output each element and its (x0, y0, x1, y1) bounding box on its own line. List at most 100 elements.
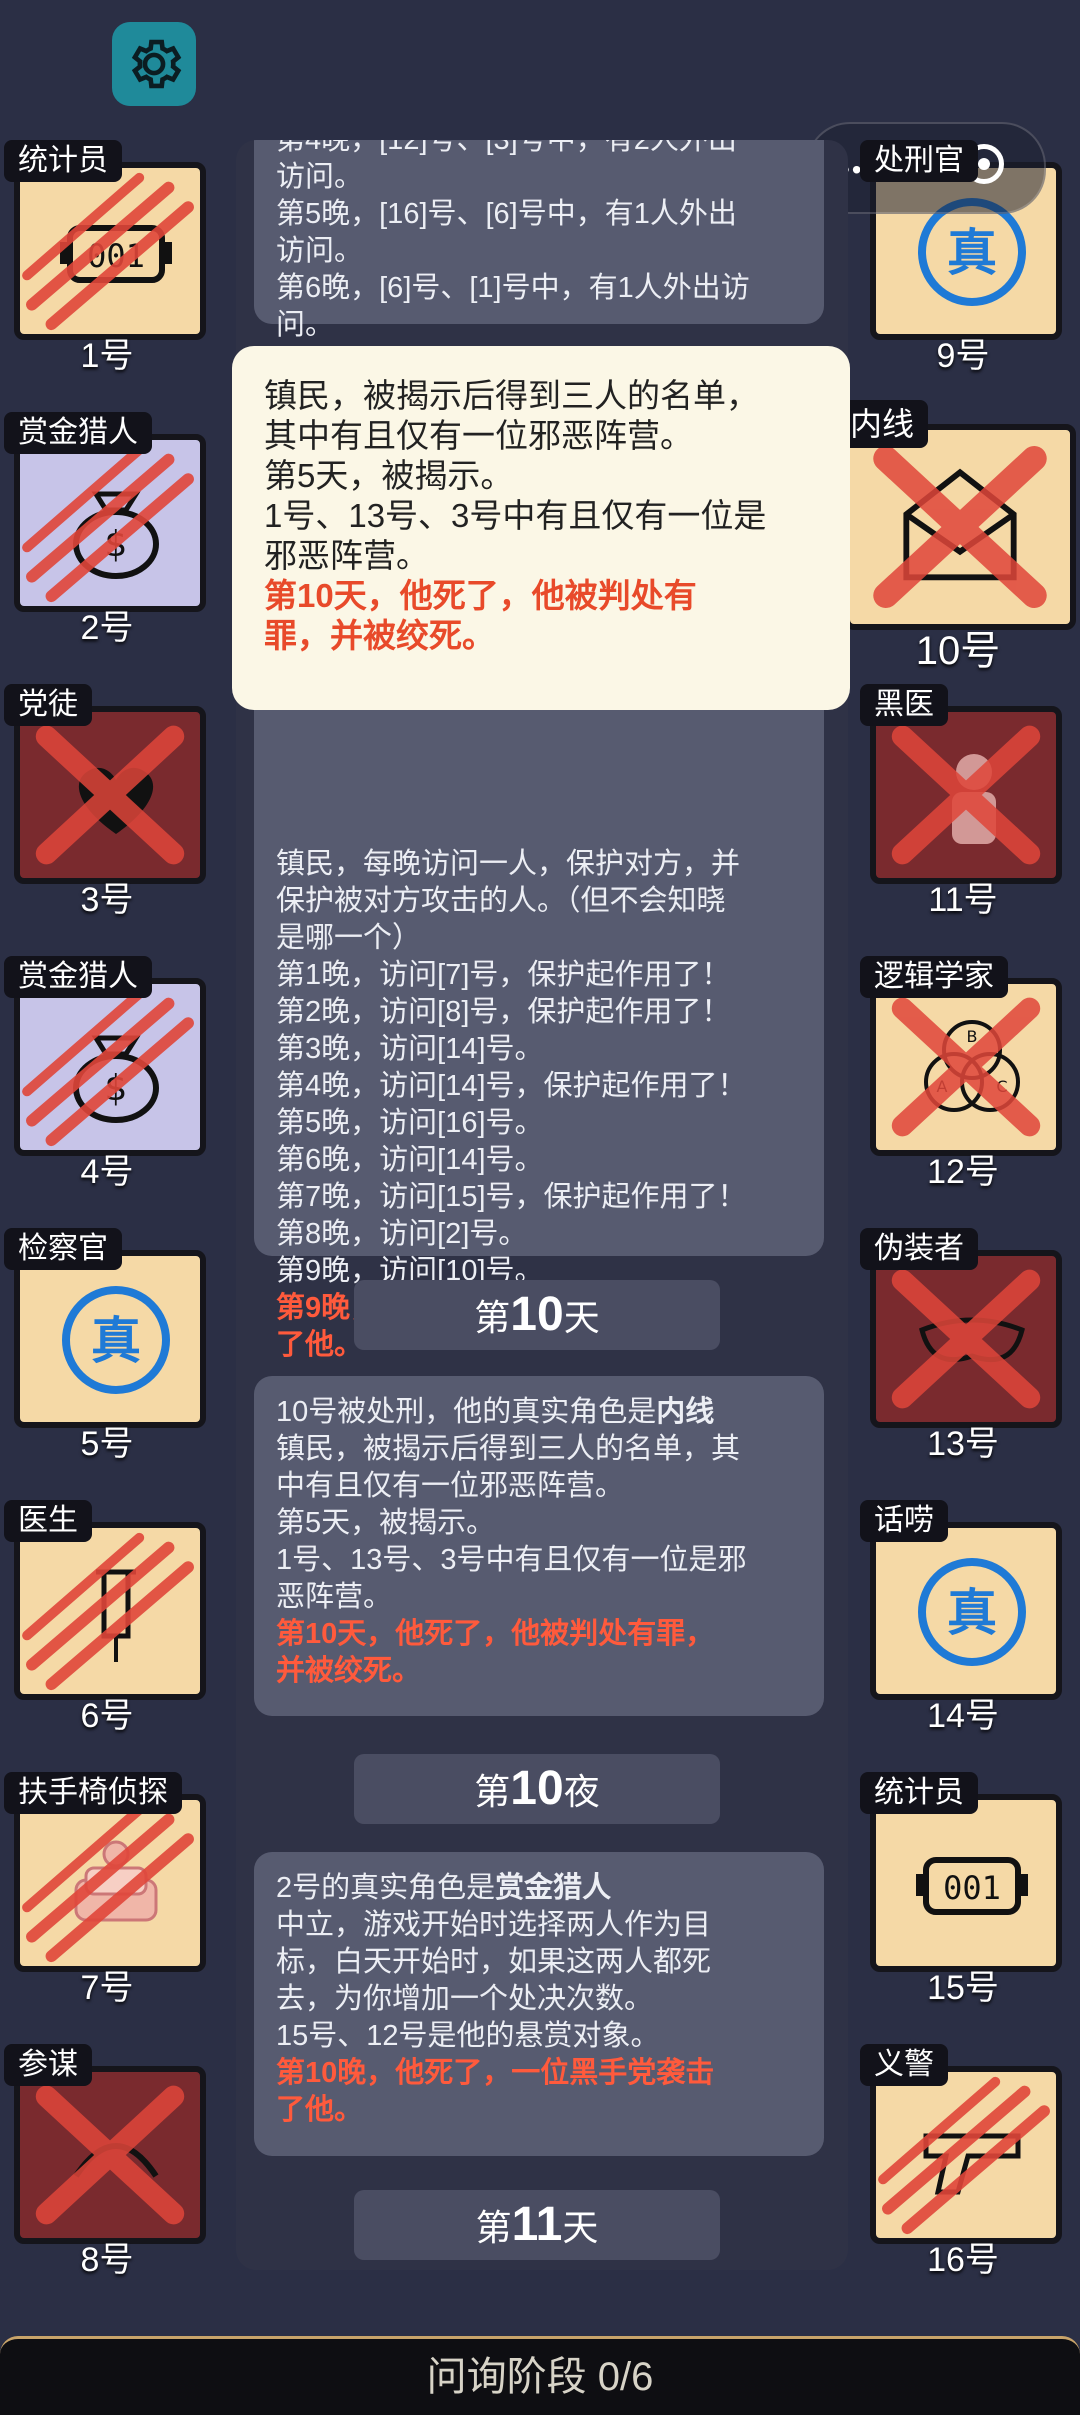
player-card[interactable] (14, 706, 206, 884)
role-info-popup[interactable]: 镇民，被揭示后得到三人的名单， 其中有且仅有一位邪恶阵营。 第5天，被揭示。 1… (232, 346, 850, 710)
popup-line: 第5天，被揭示。 (264, 457, 514, 494)
death-note: 了他。 (276, 2094, 364, 2126)
phase-prefix: 第 (474, 1771, 511, 1812)
message-line: 第1晚，访问[7]号，保护起作用了！ (276, 959, 731, 991)
player-number: 5号 (80, 1425, 134, 1463)
player-role: 义警 (860, 2044, 948, 2086)
x-mark-icon (35, 725, 185, 865)
player-slot-12[interactable]: B A C 逻辑学家 12号 (860, 956, 1066, 1191)
player-card[interactable]: $ (14, 434, 206, 612)
player-number: 10号 (915, 629, 1001, 673)
message-line: 问。 (276, 309, 335, 341)
player-slot-7[interactable]: 扶手椅侦探 7号 (4, 1772, 210, 2007)
x-mark-icon (891, 1269, 1041, 1409)
player-number: 11号 (928, 881, 998, 919)
player-slot-16[interactable]: 义警 16号 (860, 2044, 1066, 2279)
phase-divider-day-10: 第10天 (354, 1280, 720, 1350)
role-name: 赏金猎人 (495, 1872, 612, 1904)
message-line: 是哪一个） (276, 922, 422, 954)
message-card: 镇民，每晚访问一人，保护对方，并 保护被对方攻击的人。（但不会知晓 是哪一个） … (254, 680, 824, 1361)
player-slot-13[interactable]: 伪装者 13号 (860, 1228, 1066, 1463)
settings-button[interactable] (112, 22, 196, 106)
player-slot-2[interactable]: $ 赏金猎人 2号 (4, 412, 210, 647)
player-role: 话唠 (860, 1500, 948, 1542)
player-slot-8[interactable]: 参谋 8号 (4, 2044, 210, 2279)
player-role: 逻辑学家 (860, 956, 1008, 998)
player-role: 检察官 (4, 1228, 122, 1270)
player-slot-3[interactable]: 党徒 3号 (4, 684, 210, 919)
phase-number: 10 (510, 1288, 564, 1341)
phase-divider-night-10: 第10夜 (354, 1754, 720, 1824)
message-line: 第7晚，访问[15]号，保护起作用了！ (276, 1181, 747, 1213)
phase-prefix: 第 (474, 1297, 511, 1338)
message-line: 镇民，每晚访问一人，保护对方，并 (276, 848, 741, 880)
true-stamp-icon: 真 (918, 1558, 1026, 1666)
player-card[interactable]: 001 (14, 162, 206, 340)
message-text: 10号被处刑，他的真实角色是 (276, 1396, 657, 1428)
player-card[interactable] (14, 1522, 206, 1700)
player-slot-6[interactable]: 医生 6号 (4, 1500, 210, 1735)
claw-mark-icon (22, 172, 194, 331)
player-card[interactable] (14, 2066, 206, 2244)
phase-suffix: 天 (563, 1297, 600, 1338)
player-number: 13号 (927, 1425, 999, 1463)
player-card[interactable] (14, 1794, 206, 1972)
player-role: 伪装者 (860, 1228, 978, 1270)
message-line: 第6晚，访问[14]号。 (276, 1144, 544, 1176)
player-slot-5[interactable]: 真 检察官 5号 (4, 1228, 210, 1463)
popup-death-note: 罪，并被绞死。 (264, 617, 495, 654)
message-line: 2号的真实角色是赏金猎人 (276, 1870, 802, 1907)
player-slot-4[interactable]: $ 赏金猎人 4号 (4, 956, 210, 1191)
player-role: 统计员 (4, 140, 122, 182)
player-number: 3号 (80, 881, 134, 919)
message-line: 访问。 (276, 161, 364, 193)
player-slot-10[interactable]: 内线 10号 (836, 400, 1080, 673)
player-slot-14[interactable]: 真 话唠 14号 (860, 1500, 1066, 1735)
player-number: 9号 (936, 337, 990, 375)
player-number: 7号 (80, 1969, 134, 2007)
player-card[interactable]: B A C (870, 978, 1062, 1156)
message-line: 第5晚，访问[16]号。 (276, 1107, 544, 1139)
player-card[interactable]: 001 (870, 1794, 1062, 1972)
player-number: 8号 (80, 2241, 134, 2279)
x-mark-icon (873, 445, 1047, 609)
player-number: 15号 (927, 1969, 999, 2007)
phase-status-label: 问询阶段 0/6 (426, 2355, 654, 2399)
player-slot-15[interactable]: 001 统计员 15号 (860, 1772, 1066, 2007)
phase-divider-day-11: 第11天 (354, 2190, 720, 2260)
player-card[interactable]: 真 (870, 1522, 1062, 1700)
message-line: 保护被对方攻击的人。（但不会知晓 (276, 885, 726, 917)
message-line: 10号被处刑，他的真实角色是内线 (276, 1394, 802, 1431)
player-number: 12号 (927, 1153, 999, 1191)
message-line: 中有且仅有一位邪恶阵营。 (276, 1470, 625, 1502)
player-slot-1[interactable]: 001 统计员 1号 (4, 140, 210, 375)
popup-line: 其中有且仅有一位邪恶阵营。 (264, 417, 693, 454)
player-role: 扶手椅侦探 (4, 1772, 182, 1814)
x-mark-icon (35, 2085, 185, 2225)
message-line: 第4晚，访问[14]号，保护起作用了！ (276, 1070, 747, 1102)
message-line: 第6晚，[6]号、[1]号中，有1人外出访 (276, 272, 750, 304)
claw-mark-icon (22, 1532, 194, 1691)
player-card[interactable] (870, 2066, 1062, 2244)
claw-mark-icon (22, 444, 194, 603)
message-line: 第8晚，访问[2]号。 (276, 1218, 528, 1250)
svg-text:真: 真 (947, 224, 997, 282)
player-card[interactable]: $ (14, 978, 206, 1156)
player-number: 16号 (927, 2241, 999, 2279)
popup-line: 邪恶阵营。 (264, 537, 429, 574)
player-card[interactable] (870, 1250, 1062, 1428)
player-number: 1号 (80, 337, 134, 375)
player-role: 黑医 (860, 684, 948, 726)
player-role: 参谋 (4, 2044, 92, 2086)
message-line: 镇民，被揭示后得到三人的名单，其 (276, 1433, 741, 1465)
player-card[interactable]: 真 (14, 1250, 206, 1428)
phase-suffix: 夜 (563, 1771, 600, 1812)
message-card: 第4晚，[12]号、[3]号中，有2人外出 访问。 第5晚，[16]号、[6]号… (254, 140, 824, 341)
player-slot-11[interactable]: 黑医 11号 (860, 684, 1066, 919)
svg-text:真: 真 (91, 1312, 141, 1370)
player-role: 医生 (4, 1500, 92, 1542)
role-name: 内线 (656, 1396, 715, 1428)
player-card[interactable] (844, 424, 1076, 630)
player-card[interactable] (870, 706, 1062, 884)
phase-number: 11 (511, 2198, 563, 2251)
